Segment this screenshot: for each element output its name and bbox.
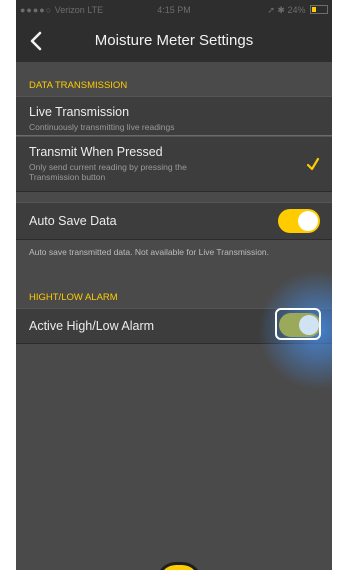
bluetooth-icon: ✱ [277,5,285,15]
option-title: Live Transmission [29,105,130,119]
auto-save-toggle[interactable] [278,209,320,233]
auto-save-label: Auto Save Data [29,214,117,228]
location-icon: ➚ [267,5,275,15]
nav-bar: Moisture Meter Settings [16,20,332,62]
option-subtitle: Only send current reading by pressing th… [29,162,187,182]
alarm-label: Active High/Low Alarm [29,319,155,333]
option-live-transmission[interactable]: Live Transmission Continuously transmitt… [16,96,332,136]
battery-icon [310,5,328,14]
option-transmit-when-pressed[interactable]: Transmit When Pressed Only send current … [16,136,332,192]
section-header-label: HIGHT/LOW ALARM [29,292,118,303]
phone-screen: ●●●●○ Verizon LTE 4:15 PM ➚ ✱ 24% Moistu… [16,0,332,570]
page-title: Moisture Meter Settings [94,32,254,49]
battery-percent: 24% [287,5,306,15]
option-title: Transmit When Pressed [29,145,163,159]
auto-save-row: Auto Save Data [16,202,332,240]
checkmark-icon [306,157,320,171]
brand-logo-icon [156,562,202,570]
focus-ring [275,308,321,340]
toggle-knob [298,211,318,231]
battery-info: ➚ ✱ 24% [267,5,328,16]
option-subtitle: Continuously transmitting live readings [29,122,175,132]
status-bar: ●●●●○ Verizon LTE 4:15 PM ➚ ✱ 24% [16,0,332,20]
section-header-label: DATA TRANSMISSION [29,80,128,91]
auto-save-note: Auto save transmitted data. Not availabl… [29,247,270,257]
